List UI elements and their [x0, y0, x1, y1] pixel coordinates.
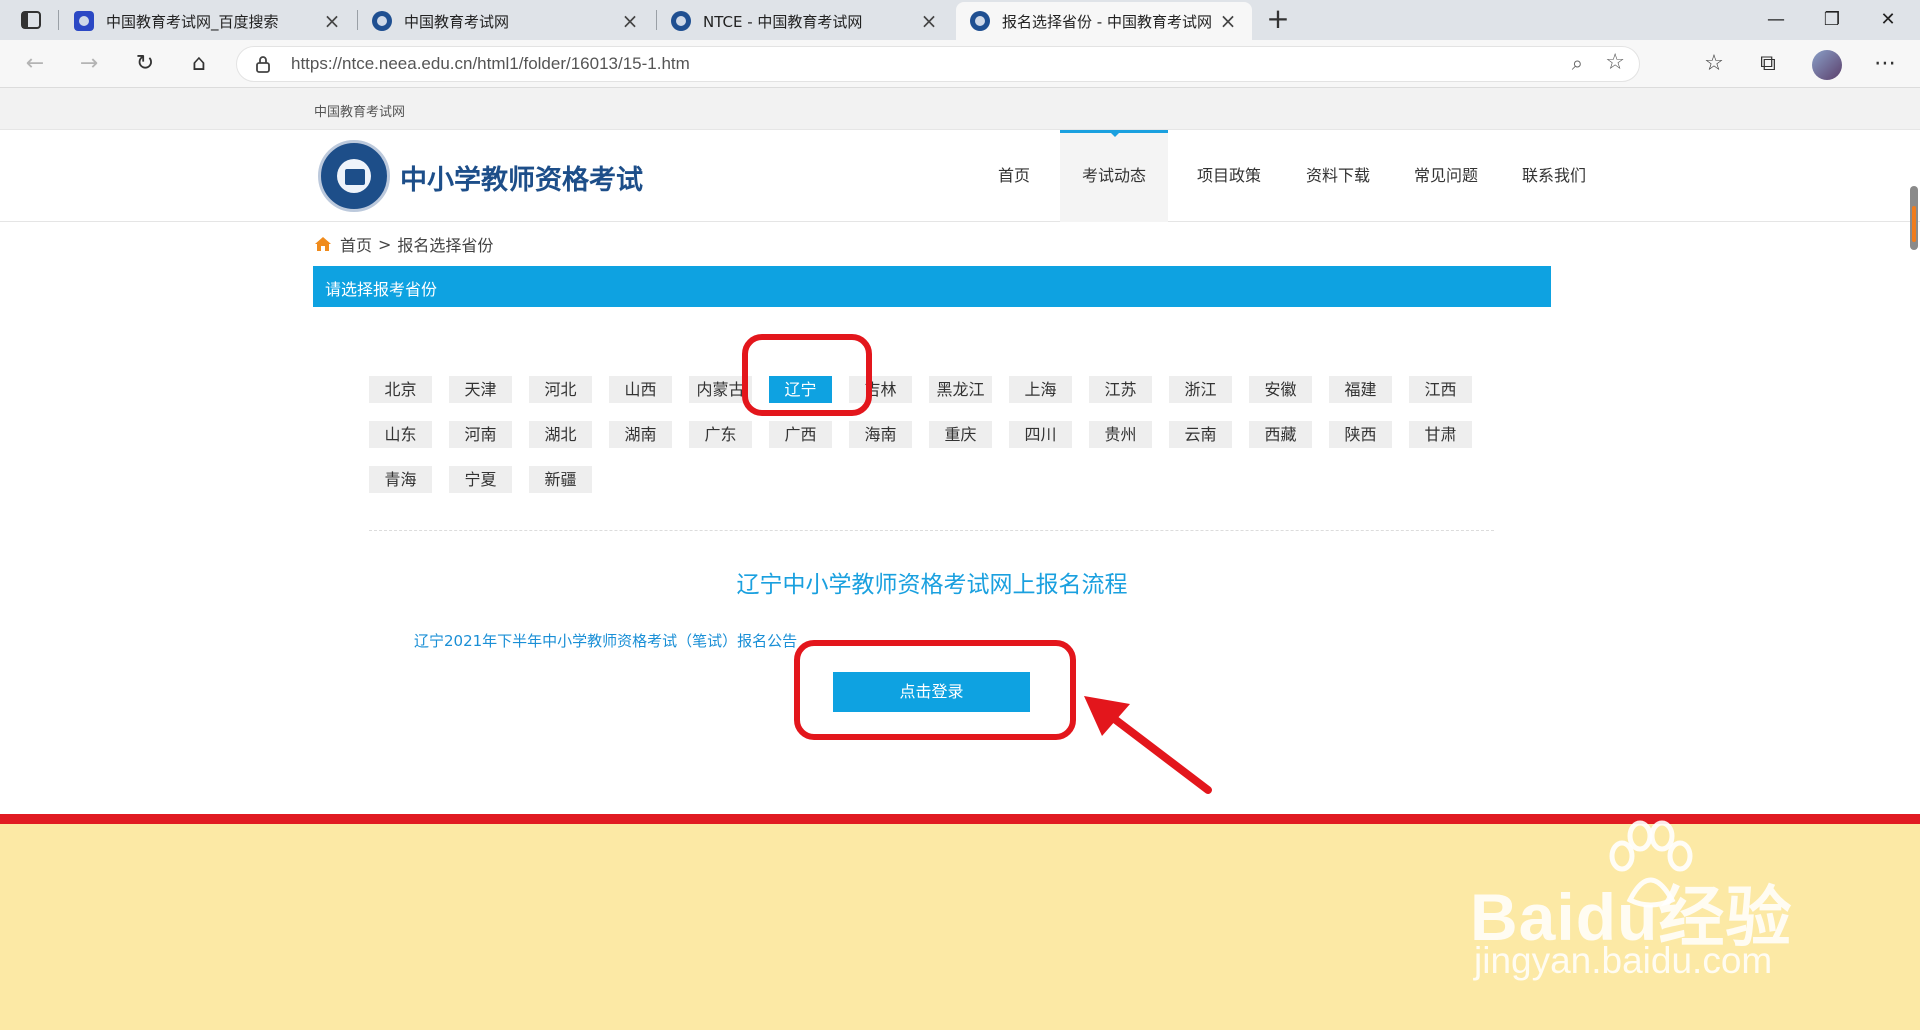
tab-actions-icon[interactable] — [12, 6, 50, 34]
site-title[interactable]: 中小学教师资格考试 — [400, 158, 643, 197]
breadcrumb-home[interactable]: 首页 — [340, 232, 372, 256]
baidu-jingyan-watermark: Baidu经验 jingyan.baidu.com — [1470, 820, 1850, 990]
more-menu-icon[interactable]: ⋯ — [1868, 48, 1902, 80]
add-favorite-icon[interactable]: ☆ — [1605, 50, 1625, 75]
province-button[interactable]: 贵州 — [1089, 421, 1152, 448]
process-title: 辽宁中小学教师资格考试网上报名流程 — [736, 572, 1128, 598]
nav-policy[interactable]: 项目政策 — [1175, 130, 1283, 222]
notice-link[interactable]: 辽宁2021年下半年中小学教师资格考试（笔试）报名公告 — [414, 630, 797, 651]
province-button[interactable]: 安徽 — [1249, 376, 1312, 403]
province-button[interactable]: 浙江 — [1169, 376, 1232, 403]
home-icon — [315, 237, 331, 251]
dashed-divider — [369, 530, 1494, 531]
forward-button[interactable]: → — [72, 48, 106, 80]
browser-toolbar: ← → ↻ ⌂ https://ntce.neea.edu.cn/html1/f… — [0, 40, 1920, 88]
province-button[interactable]: 西藏 — [1249, 421, 1312, 448]
site-top-label[interactable]: 中国教育考试网 — [314, 101, 405, 120]
annotation-highlight-login — [794, 640, 1076, 740]
minimize-button[interactable]: — — [1744, 0, 1808, 40]
baidu-favicon-icon — [74, 11, 94, 31]
province-button[interactable]: 山西 — [609, 376, 672, 403]
close-icon[interactable]: × — [322, 9, 342, 33]
window-close-button[interactable]: ✕ — [1856, 0, 1920, 40]
page-scrollbar[interactable] — [1910, 186, 1918, 250]
province-button[interactable]: 江苏 — [1089, 376, 1152, 403]
profile-avatar[interactable] — [1812, 50, 1842, 80]
province-button[interactable]: 河南 — [449, 421, 512, 448]
restore-button[interactable]: ❐ — [1800, 0, 1864, 40]
favorites-icon[interactable]: ☆ — [1697, 48, 1731, 80]
nav-home[interactable]: 首页 — [960, 130, 1068, 222]
tab-neea-home[interactable]: 中国教育考试网 × — [358, 2, 654, 40]
province-button[interactable]: 湖南 — [609, 421, 672, 448]
nav-faq[interactable]: 常见问题 — [1392, 130, 1500, 222]
home-button[interactable]: ⌂ — [182, 48, 216, 80]
province-button[interactable]: 新疆 — [529, 466, 592, 493]
neea-favicon-icon — [372, 11, 392, 31]
province-button[interactable]: 陕西 — [1329, 421, 1392, 448]
province-button[interactable]: 甘肃 — [1409, 421, 1472, 448]
back-button[interactable]: ← — [18, 48, 52, 80]
province-button[interactable]: 山东 — [369, 421, 432, 448]
neea-favicon-icon — [970, 11, 990, 31]
close-icon[interactable]: × — [1218, 9, 1238, 33]
breadcrumb-current: 报名选择省份 — [397, 236, 494, 255]
province-button[interactable]: 重庆 — [929, 421, 992, 448]
tab-ntce[interactable]: NTCE - 中国教育考试网 × — [657, 2, 953, 40]
site-header: 中小学教师资格考试 首页 考试动态 项目政策 资料下载 常见问题 联系我们 — [0, 130, 1920, 222]
province-button[interactable]: 上海 — [1009, 376, 1072, 403]
annotation-arrow-icon — [1084, 696, 1212, 794]
tab-title: NTCE - 中国教育考试网 — [703, 12, 863, 31]
nav-contact[interactable]: 联系我们 — [1500, 130, 1608, 222]
tab-baidu-search[interactable]: 中国教育考试网_百度搜索 × — [60, 2, 356, 40]
province-button[interactable]: 广东 — [689, 421, 752, 448]
neea-favicon-icon — [671, 11, 691, 31]
zoom-icon[interactable]: ⌕ — [1572, 51, 1583, 75]
section-title: 请选择报考省份 — [325, 280, 438, 299]
annotation-highlight-province — [742, 334, 872, 416]
watermark-url: jingyan.baidu.com — [1474, 940, 1773, 981]
province-button[interactable]: 福建 — [1329, 376, 1392, 403]
tab-title: 中国教育考试网_百度搜索 — [106, 12, 279, 31]
url-text: https://ntce.neea.edu.cn/html1/folder/16… — [291, 54, 690, 73]
province-button[interactable]: 北京 — [369, 376, 432, 403]
tab-province-select[interactable]: 报名选择省份 - 中国教育考试网 × — [956, 2, 1252, 40]
province-button[interactable]: 河北 — [529, 376, 592, 403]
province-button[interactable]: 青海 — [369, 466, 432, 493]
tab-title: 报名选择省份 - 中国教育考试网 — [1002, 12, 1212, 31]
province-button[interactable]: 天津 — [449, 376, 512, 403]
close-icon[interactable]: × — [620, 9, 640, 33]
collections-icon[interactable]: ⧉ — [1751, 48, 1785, 80]
ntce-logo-icon[interactable] — [318, 140, 390, 212]
breadcrumb-separator: > — [378, 234, 392, 254]
refresh-button[interactable]: ↻ — [128, 48, 162, 80]
browser-tab-bar: 中国教育考试网_百度搜索 × 中国教育考试网 × NTCE - 中国教育考试网 … — [0, 0, 1920, 40]
province-button[interactable]: 宁夏 — [449, 466, 512, 493]
new-tab-button[interactable]: + — [1262, 4, 1294, 36]
close-icon[interactable]: × — [919, 9, 939, 33]
site-top-strip: 中国教育考试网 — [0, 88, 1920, 130]
province-button[interactable]: 海南 — [849, 421, 912, 448]
lock-icon — [256, 56, 270, 73]
province-button[interactable]: 广西 — [769, 421, 832, 448]
section-header: 请选择报考省份 — [313, 266, 1551, 307]
province-button[interactable]: 江西 — [1409, 376, 1472, 403]
province-button[interactable]: 四川 — [1009, 421, 1072, 448]
province-button[interactable]: 黑龙江 — [929, 376, 992, 403]
province-button[interactable]: 云南 — [1169, 421, 1232, 448]
nav-exam-news[interactable]: 考试动态 — [1060, 130, 1168, 222]
nav-downloads[interactable]: 资料下载 — [1284, 130, 1392, 222]
tab-title: 中国教育考试网 — [404, 12, 510, 31]
tab-separator — [58, 10, 59, 30]
province-button[interactable]: 湖北 — [529, 421, 592, 448]
breadcrumb: 首页 > 报名选择省份 — [314, 232, 493, 256]
address-bar[interactable]: https://ntce.neea.edu.cn/html1/folder/16… — [236, 46, 1640, 82]
